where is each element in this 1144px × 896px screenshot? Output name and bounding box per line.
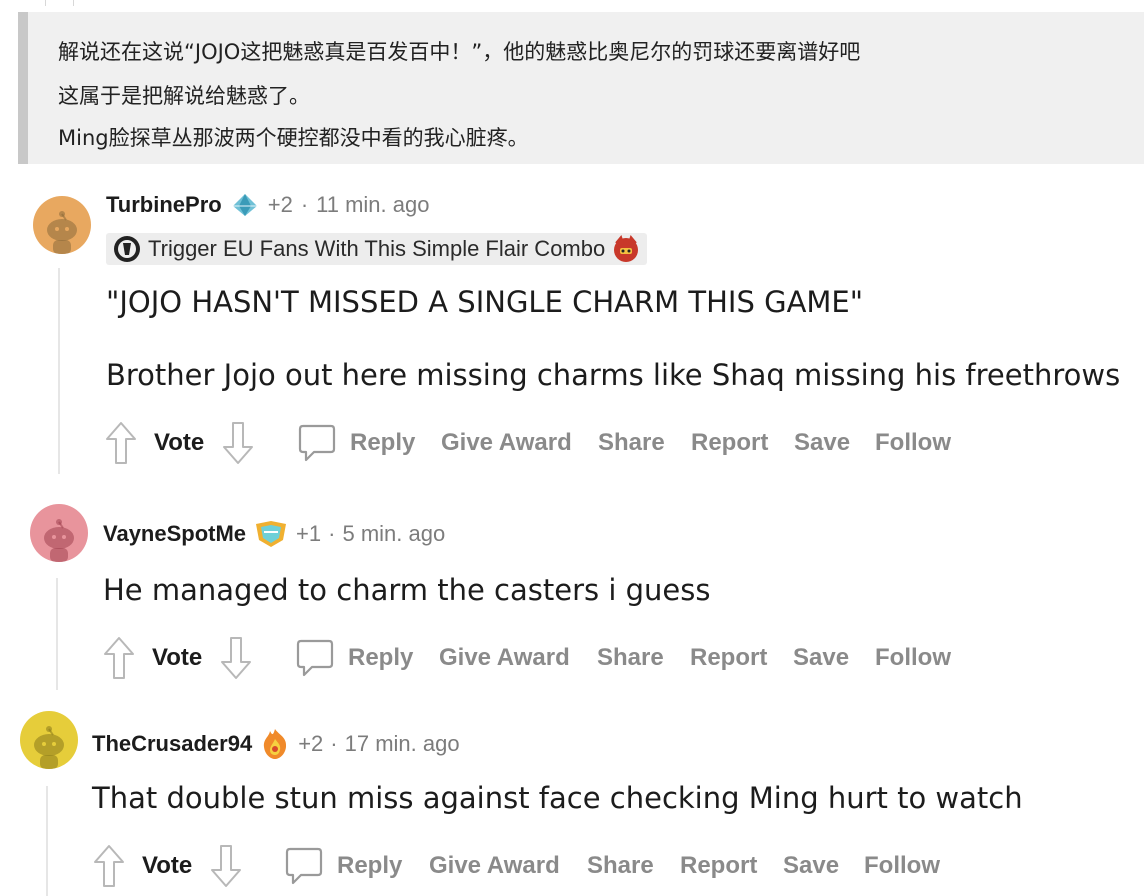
give-award-button[interactable]: Give Award xyxy=(429,852,560,880)
comment-header: TheCrusader94 +2 · 17 min. ago xyxy=(92,727,460,761)
separator: · xyxy=(328,521,336,546)
avatar[interactable] xyxy=(20,711,78,769)
comment-header: VayneSpotMe +1 · 5 min. ago xyxy=(103,520,445,548)
give-award-button[interactable]: Give Award xyxy=(439,644,570,672)
quote-line: 这属于是把解说给魅惑了。 xyxy=(58,84,310,108)
vote-count: Vote xyxy=(154,429,205,456)
username[interactable]: TheCrusader94 xyxy=(92,731,252,757)
flair-text: Trigger EU Fans With This Simple Flair C… xyxy=(148,236,606,261)
separator: · xyxy=(330,731,338,756)
comment-bubble-icon xyxy=(298,424,336,462)
shield-award-icon xyxy=(256,521,287,547)
separator: · xyxy=(300,192,309,217)
team-logo-icon xyxy=(114,236,140,262)
comment-bubble-icon xyxy=(285,847,323,885)
comment-header: TurbinePro +2 · 11 min. ago xyxy=(106,192,429,218)
snoo-avatar-icon xyxy=(47,211,77,254)
user-flair: Trigger EU Fans With This Simple Flair C… xyxy=(106,233,648,265)
downvote-arrow-icon[interactable] xyxy=(209,843,243,889)
username[interactable]: VayneSpotMe xyxy=(103,521,246,547)
action-bar: Vote Reply Give Award Share Report Save … xyxy=(102,635,1002,681)
thread-line-fragment xyxy=(45,0,46,6)
reply-button[interactable]: Reply xyxy=(295,637,413,679)
report-button[interactable]: Report xyxy=(680,852,757,880)
mascot-icon xyxy=(614,234,639,262)
vote-count: Vote xyxy=(142,852,193,879)
follow-button[interactable]: Follow xyxy=(875,644,951,672)
quote-line: Ming脸探草丛那波两个硬控都没中看的我心脏疼。 xyxy=(58,126,529,150)
action-bar: Vote Reply Give Award Share Report Save … xyxy=(104,420,1004,466)
username[interactable]: TurbinePro xyxy=(106,192,222,218)
reply-label: Reply xyxy=(337,852,403,879)
follow-button[interactable]: Follow xyxy=(875,429,951,457)
comment-paragraph: That double stun miss against face check… xyxy=(92,781,1023,815)
timestamp[interactable]: 17 min. ago xyxy=(345,731,460,757)
score: +2 xyxy=(298,731,324,756)
action-bar: Vote Reply Give Award Share Report Save … xyxy=(92,843,992,889)
snoo-avatar-icon xyxy=(34,726,64,769)
vote-count: Vote xyxy=(152,644,203,671)
downvote-arrow-icon[interactable] xyxy=(221,420,255,466)
follow-button[interactable]: Follow xyxy=(864,852,940,880)
thread-line-fragment xyxy=(73,0,74,6)
downvote-arrow-icon[interactable] xyxy=(219,635,253,681)
report-button[interactable]: Report xyxy=(691,429,768,457)
save-button[interactable]: Save xyxy=(794,429,850,457)
share-button[interactable]: Share xyxy=(597,644,664,672)
comment-paragraph: Brother Jojo out here missing charms lik… xyxy=(106,358,1121,392)
score: +1 xyxy=(296,521,322,546)
snoo-avatar-icon xyxy=(44,519,74,562)
avatar[interactable] xyxy=(33,196,91,254)
share-button[interactable]: Share xyxy=(587,852,654,880)
upvote-arrow-icon[interactable] xyxy=(102,635,136,681)
comment-paragraph: "JOJO HASN'T MISSED A SINGLE CHARM THIS … xyxy=(106,285,864,319)
save-button[interactable]: Save xyxy=(783,852,839,880)
quote-line: 解说还在这说“JOJO这把魅惑真是百发百中！”，他的魅惑比奥尼尔的罚球还要离谱好… xyxy=(58,40,861,64)
give-award-button[interactable]: Give Award xyxy=(441,429,572,457)
reply-button[interactable]: Reply xyxy=(284,845,402,887)
reply-button[interactable]: Reply xyxy=(297,422,415,464)
thread-line[interactable] xyxy=(56,578,58,690)
upvote-arrow-icon[interactable] xyxy=(92,843,126,889)
comment-paragraph: He managed to charm the casters i guess xyxy=(103,573,711,607)
blockquote: 解说还在这说“JOJO这把魅惑真是百发百中！”，他的魅惑比奥尼尔的罚球还要离谱好… xyxy=(18,12,1144,164)
flame-award-icon xyxy=(264,729,287,759)
avatar[interactable] xyxy=(30,504,88,562)
crystal-award-icon xyxy=(232,194,257,216)
reply-label: Reply xyxy=(348,644,414,671)
score: +2 xyxy=(267,192,293,217)
save-button[interactable]: Save xyxy=(793,644,849,672)
upvote-arrow-icon[interactable] xyxy=(104,420,138,466)
thread-line[interactable] xyxy=(46,786,48,896)
share-button[interactable]: Share xyxy=(598,429,665,457)
thread-line[interactable] xyxy=(58,268,60,474)
timestamp[interactable]: 5 min. ago xyxy=(342,521,445,547)
comment-bubble-icon xyxy=(296,639,334,677)
timestamp[interactable]: 11 min. ago xyxy=(316,192,429,218)
report-button[interactable]: Report xyxy=(690,644,767,672)
reply-label: Reply xyxy=(350,429,416,456)
